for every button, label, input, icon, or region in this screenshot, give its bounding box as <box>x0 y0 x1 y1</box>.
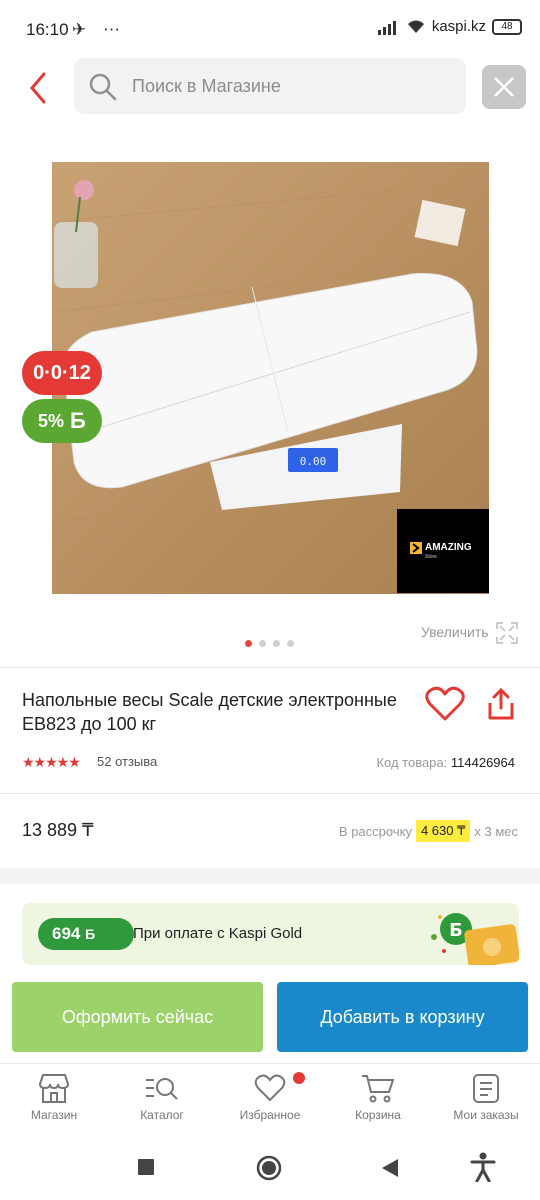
gallery-pagination <box>245 640 294 647</box>
catalog-icon <box>146 1078 178 1100</box>
nav-label-shop: Магазин <box>30 1108 78 1122</box>
share-icon <box>488 687 514 720</box>
gold-bonus-pill: 694 Б <box>38 918 134 950</box>
nav-item-shop[interactable]: Магазин <box>4 1072 104 1122</box>
nav-item-catalog[interactable]: Каталог <box>112 1072 212 1122</box>
bottom-nav: Магазин Каталог Избранное Корзина Мои за… <box>0 1063 540 1135</box>
divider <box>0 667 540 668</box>
nav-item-cart[interactable]: Корзина <box>328 1072 428 1122</box>
recents-icon[interactable] <box>137 1158 157 1178</box>
gallery-dot-active[interactable] <box>245 640 252 647</box>
back-button[interactable] <box>24 68 56 108</box>
svg-text:Б: Б <box>449 920 463 941</box>
search-input[interactable] <box>132 68 452 104</box>
expand-icon[interactable] <box>496 622 518 649</box>
rating-stars[interactable]: ★★★★★ <box>22 754 81 771</box>
section-separator <box>0 868 540 884</box>
bonus-badge-percent: 5% <box>38 411 65 431</box>
status-time: 16:10 <box>26 20 69 39</box>
installment-amount: 4 630 ₸ <box>415 820 471 842</box>
nav-label-orders: Мои заказы <box>453 1108 519 1122</box>
nav-label-cart: Корзина <box>355 1108 401 1122</box>
add-to-cart-button[interactable]: Добавить в корзину <box>277 982 528 1052</box>
search-bar[interactable] <box>74 58 466 114</box>
status-right: kaspi.kz 48 <box>377 18 522 35</box>
gallery-dot[interactable] <box>273 640 280 647</box>
kaspi-gold-banner[interactable]: 694 Б При оплате с Kaspi Gold Б <box>22 903 519 965</box>
accessibility-icon[interactable] <box>470 1152 496 1182</box>
product-code: Код товара: 114426964 <box>376 755 515 770</box>
checkout-button[interactable]: Оформить сейчас <box>12 982 263 1052</box>
shop-icon <box>38 1074 70 1103</box>
divider <box>0 793 540 794</box>
heart-icon <box>254 1074 286 1102</box>
gallery-dot[interactable] <box>259 640 266 647</box>
product-price: 13 889 ₸ <box>22 820 94 840</box>
nav-label-favorites: Избранное <box>239 1108 301 1122</box>
nav-item-favorites[interactable]: Избранное <box>220 1072 320 1122</box>
signal-icon <box>377 20 396 35</box>
back-nav-icon[interactable] <box>380 1158 400 1178</box>
home-icon[interactable] <box>256 1155 282 1181</box>
chevron-left-icon <box>30 72 46 104</box>
bonus-badge-symbol: Б <box>70 408 86 433</box>
kaspi-gold-text: При оплате с Kaspi Gold <box>133 925 303 942</box>
orders-icon <box>473 1074 499 1103</box>
cart-icon <box>362 1075 395 1103</box>
scale-display-text: 0.00 <box>300 455 327 468</box>
reviews-link[interactable]: 52 отзыва <box>97 754 157 769</box>
kaspi-gold-card-icon: Б <box>431 913 519 965</box>
nav-item-orders[interactable]: Мои заказы <box>436 1072 536 1122</box>
close-icon <box>494 77 514 97</box>
favorites-notification-dot <box>293 1072 305 1084</box>
zoom-label[interactable]: Увеличить <box>421 624 489 640</box>
search-icon <box>88 72 118 107</box>
favorite-button[interactable] <box>425 686 465 727</box>
installment-suffix: x 3 мес <box>474 823 518 839</box>
status-indicators: ✈ ⋯ <box>72 20 126 39</box>
heart-icon <box>425 686 465 721</box>
brand-logo: AMAZING Store <box>397 509 489 593</box>
installment-prefix: В рассрочку <box>338 823 412 839</box>
wifi-icon <box>407 20 424 33</box>
system-nav-bar <box>0 1136 540 1200</box>
battery-icon: 48 <box>492 18 522 35</box>
product-code-label: Код товара: <box>376 755 448 770</box>
gallery-dot[interactable] <box>287 640 294 647</box>
close-button[interactable] <box>482 65 526 109</box>
brand-subname: Store <box>425 554 437 560</box>
gold-bonus-symbol: Б <box>85 926 96 942</box>
status-domain: kaspi.kz <box>431 18 486 35</box>
nav-label-catalog: Каталог <box>140 1108 184 1122</box>
share-button[interactable] <box>484 686 518 727</box>
installment-info: В рассрочку 4 630 ₸ x 3 мес <box>339 820 518 842</box>
product-title: Напольные весы Scale детские электронные… <box>22 690 397 734</box>
installment-badge: 0·0·12 <box>22 351 102 395</box>
bonus-badge: 5% Б <box>22 399 102 443</box>
brand-name: AMAZING <box>425 542 472 553</box>
product-code-value: 114426964 <box>450 755 515 770</box>
gold-bonus-value: 694 <box>52 924 81 943</box>
status-bar: 16:10 ✈ ⋯ kaspi.kz 48 <box>0 0 540 58</box>
